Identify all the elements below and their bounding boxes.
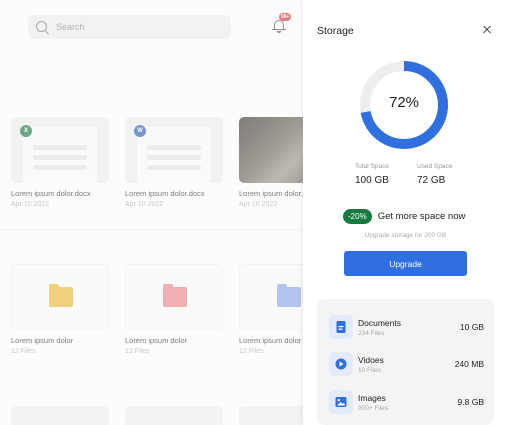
- item-name: Documents: [358, 318, 401, 328]
- total-space-stat: Total Space 100 GB: [355, 163, 415, 186]
- item-size: 240 MB: [454, 359, 484, 369]
- list-item[interactable]: Vidoes 10 Files 240 MB: [329, 352, 484, 378]
- total-space-value: 100 GB: [355, 175, 389, 186]
- used-space-label: Used Space: [417, 163, 453, 170]
- promo-subtext: Upgrade storage for 200 GB: [364, 232, 447, 239]
- promo-text: Get more space now: [377, 211, 466, 222]
- storage-breakdown-list: Documents 234 Files 10 GB Vidoes 10 File…: [317, 299, 494, 425]
- item-size: 10 GB: [459, 322, 484, 332]
- used-space-stat: Used Space 72 GB: [417, 163, 477, 186]
- promo: -20% Get more space now: [343, 209, 465, 224]
- usage-percent: 72%: [388, 94, 420, 111]
- storage-panel: Storage 72% Total Space 100 GB Used Spac…: [303, 0, 508, 425]
- total-space-label: Total Space: [355, 163, 389, 170]
- panel-title: Storage: [317, 25, 354, 37]
- upgrade-button[interactable]: Upgrade: [344, 251, 467, 276]
- close-icon[interactable]: [481, 24, 493, 36]
- item-name: Vidoes: [358, 355, 384, 365]
- list-item[interactable]: Documents 234 Files 10 GB: [329, 315, 484, 341]
- image-icon: [329, 390, 353, 414]
- list-item[interactable]: Images 900+ Files 9.8 GB: [329, 390, 484, 416]
- item-count: 10 Files: [358, 367, 381, 374]
- item-name: Images: [358, 393, 386, 403]
- used-space-value: 72 GB: [417, 175, 446, 186]
- item-count: 234 Files: [358, 330, 385, 337]
- discount-badge: -20%: [343, 209, 372, 224]
- modal-overlay[interactable]: [0, 0, 303, 425]
- document-icon: [329, 315, 353, 339]
- item-count: 900+ Files: [358, 405, 389, 412]
- play-icon: [329, 352, 353, 376]
- item-size: 9.8 GB: [457, 397, 484, 407]
